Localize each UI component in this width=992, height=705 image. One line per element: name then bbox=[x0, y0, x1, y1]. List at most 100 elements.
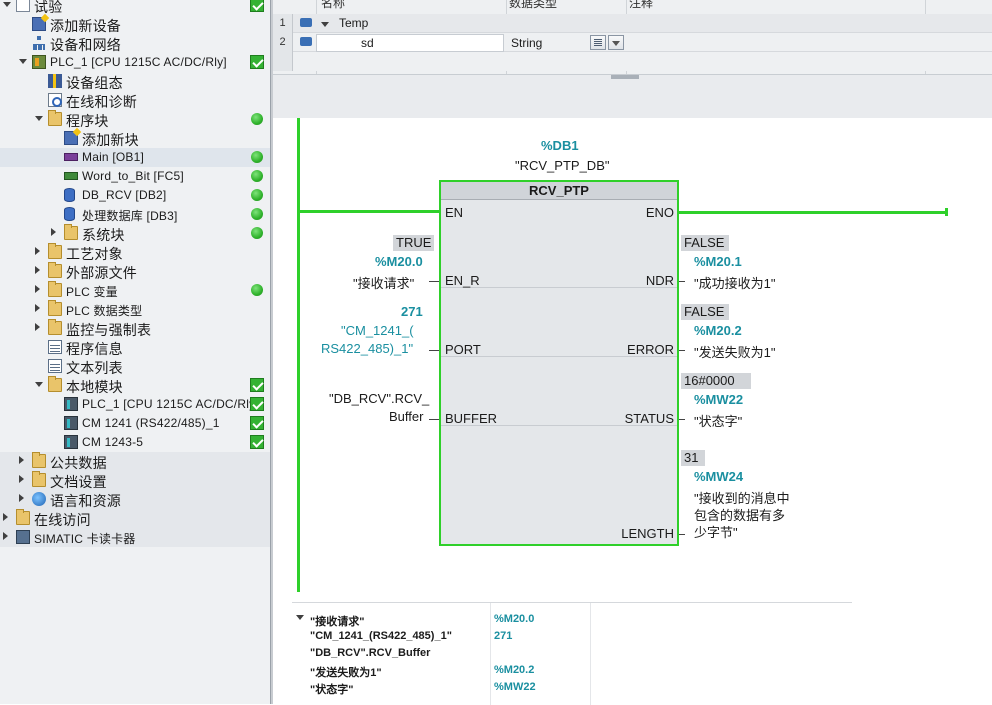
table-row[interactable]: "DB_RCV".RCV_Buffer bbox=[292, 645, 852, 662]
col-header-name[interactable]: 名称 bbox=[321, 0, 345, 10]
pin-ndr[interactable]: NDR bbox=[646, 273, 674, 288]
tree-item[interactable]: 在线和诊断 bbox=[0, 91, 270, 110]
table-row[interactable]: "接收请求" %M20.0 bbox=[292, 611, 852, 628]
pin-en-r[interactable]: EN_R bbox=[445, 273, 480, 288]
tree-item[interactable]: PLC_1 [CPU 1215C AC/DC/Rly] bbox=[0, 395, 270, 414]
pin-buffer[interactable]: BUFFER bbox=[445, 411, 497, 426]
en-r-address[interactable]: %M20.0 bbox=[375, 254, 423, 269]
expand-arrow-icon[interactable] bbox=[19, 475, 24, 483]
tree-item[interactable]: 在线访问 bbox=[0, 509, 270, 528]
tree-item[interactable]: SIMATIC 卡读卡器 bbox=[0, 528, 270, 547]
rcv-ptp-block[interactable]: RCV_PTP EN EN_R PORT BUFFER ENO NDR ERRO… bbox=[439, 180, 679, 546]
block-title[interactable]: RCV_PTP bbox=[441, 182, 677, 200]
project-tree[interactable]: 试验 添加新设备 设备和网络 PLC_1 [CPU 1215C AC/DC/Rly] 设… bbox=[0, 0, 270, 704]
tree-item[interactable]: 语言和资源 bbox=[0, 490, 270, 509]
collapse-arrow-icon[interactable] bbox=[3, 2, 11, 7]
tree-item[interactable]: 程序信息 bbox=[0, 338, 270, 357]
ladder-network[interactable]: %DB1 "RCV_PTP_DB" RCV_PTP EN EN_R PORT B… bbox=[273, 118, 992, 602]
collapse-arrow-icon[interactable] bbox=[19, 59, 27, 64]
expand-icon[interactable] bbox=[321, 22, 329, 27]
pin-error[interactable]: ERROR bbox=[627, 342, 674, 357]
status-tag[interactable]: "状态字" bbox=[694, 411, 742, 430]
expand-arrow-icon[interactable] bbox=[35, 247, 40, 255]
port-tag-line1[interactable]: "CM_1241_( bbox=[341, 323, 414, 338]
tree-item[interactable]: 设备和网络 bbox=[0, 34, 270, 53]
instance-db-address[interactable]: %DB1 bbox=[541, 138, 579, 153]
table-row[interactable]: 1 Temp bbox=[273, 14, 992, 33]
db-icon bbox=[64, 207, 75, 221]
expand-arrow-icon[interactable] bbox=[19, 456, 24, 464]
tree-item[interactable]: 程序块 bbox=[0, 110, 270, 129]
tree-item[interactable]: 添加新块 bbox=[0, 129, 270, 148]
section-name: Temp bbox=[339, 16, 369, 30]
port-tag-line2[interactable]: RS422_485)_1" bbox=[321, 341, 413, 356]
length-address[interactable]: %MW24 bbox=[694, 469, 743, 484]
ob-icon bbox=[64, 153, 78, 161]
table-row[interactable]: "CM_1241_(RS422_485)_1" 271 bbox=[292, 628, 852, 645]
tree-item[interactable]: Word_to_Bit [FC5] bbox=[0, 167, 270, 186]
consistent-check-icon bbox=[250, 0, 264, 12]
expand-arrow-icon[interactable] bbox=[3, 532, 8, 540]
tree-item[interactable]: 文本列表 bbox=[0, 357, 270, 376]
tree-item[interactable]: 本地模块 bbox=[0, 376, 270, 395]
instance-db-name[interactable]: "RCV_PTP_DB" bbox=[515, 158, 609, 173]
table-row[interactable]: "状态字" %MW22 bbox=[292, 679, 852, 696]
var-name-input[interactable]: sd bbox=[316, 34, 504, 52]
ndr-address[interactable]: %M20.1 bbox=[694, 254, 742, 269]
pin-port[interactable]: PORT bbox=[445, 342, 481, 357]
tree-item[interactable]: CM 1241 (RS422/485)_1 bbox=[0, 414, 270, 433]
table-row-empty[interactable] bbox=[273, 52, 992, 71]
buffer-tag-line1[interactable]: "DB_RCV".RCV_ bbox=[329, 391, 429, 406]
pin-eno[interactable]: ENO bbox=[646, 205, 674, 220]
expand-arrow-icon[interactable] bbox=[35, 285, 40, 293]
expand-arrow-icon[interactable] bbox=[3, 513, 8, 521]
col-header-type[interactable]: 数据类型 bbox=[509, 0, 557, 10]
expand-arrow-icon[interactable] bbox=[19, 494, 24, 502]
en-r-tag[interactable]: "接收请求" bbox=[353, 273, 414, 292]
splitter-grip-icon[interactable] bbox=[611, 75, 639, 79]
tree-item[interactable]: 公共数据 bbox=[0, 452, 270, 471]
tree-item[interactable]: 监控与强制表 bbox=[0, 319, 270, 338]
error-address[interactable]: %M20.2 bbox=[694, 323, 742, 338]
tree-item[interactable]: 外部源文件 bbox=[0, 262, 270, 281]
tree-item[interactable]: 工艺对象 bbox=[0, 243, 270, 262]
operand-address: %M20.2 bbox=[494, 664, 535, 676]
error-monitor-value: FALSE bbox=[681, 304, 729, 320]
tree-item[interactable]: 处理数据库 [DB3] bbox=[0, 205, 270, 224]
pin-status[interactable]: STATUS bbox=[625, 411, 674, 426]
tree-item[interactable]: 设备组态 bbox=[0, 72, 270, 91]
pin-en[interactable]: EN bbox=[445, 205, 463, 220]
ndr-tag[interactable]: "成功接收为1" bbox=[694, 273, 775, 292]
expand-arrow-icon[interactable] bbox=[35, 266, 40, 274]
tree-item[interactable]: 添加新设备 bbox=[0, 15, 270, 34]
length-tag-line3[interactable]: 少字节" bbox=[694, 522, 738, 541]
type-list-button[interactable] bbox=[590, 35, 606, 50]
tree-item[interactable]: PLC 数据类型 bbox=[0, 300, 270, 319]
tree-item[interactable]: PLC 变量 bbox=[0, 281, 270, 300]
var-type-value[interactable]: String bbox=[511, 35, 542, 52]
tree-item[interactable]: 系统块 bbox=[0, 224, 270, 243]
folder-icon bbox=[32, 471, 46, 487]
folder-icon bbox=[16, 509, 30, 525]
table-row[interactable]: "发送失败为1" %M20.2 bbox=[292, 662, 852, 679]
expand-arrow-icon[interactable] bbox=[35, 323, 40, 331]
collapse-arrow-icon[interactable] bbox=[35, 382, 43, 387]
tree-item[interactable]: DB_RCV [DB2] bbox=[0, 186, 270, 205]
pin-length[interactable]: LENGTH bbox=[621, 526, 674, 541]
tree-item[interactable]: 试验 bbox=[0, 0, 270, 15]
tree-item[interactable]: Main [OB1] bbox=[0, 148, 270, 167]
status-address[interactable]: %MW22 bbox=[694, 392, 743, 407]
collapse-arrow-icon[interactable] bbox=[35, 116, 43, 121]
buffer-tag-line2[interactable]: Buffer bbox=[389, 409, 423, 424]
folder-icon bbox=[48, 376, 62, 392]
type-dropdown-button[interactable] bbox=[608, 35, 624, 50]
editor-splitter[interactable] bbox=[273, 74, 992, 118]
tree-item[interactable]: PLC_1 [CPU 1215C AC/DC/Rly] bbox=[0, 53, 270, 72]
error-tag[interactable]: "发送失败为1" bbox=[694, 342, 775, 361]
tree-item[interactable]: 文档设置 bbox=[0, 471, 270, 490]
eno-wire bbox=[679, 211, 947, 214]
col-header-comment[interactable]: 注释 bbox=[629, 0, 653, 10]
expand-arrow-icon[interactable] bbox=[35, 304, 40, 312]
expand-arrow-icon[interactable] bbox=[51, 228, 56, 236]
tree-item[interactable]: CM 1243-5 bbox=[0, 433, 270, 452]
